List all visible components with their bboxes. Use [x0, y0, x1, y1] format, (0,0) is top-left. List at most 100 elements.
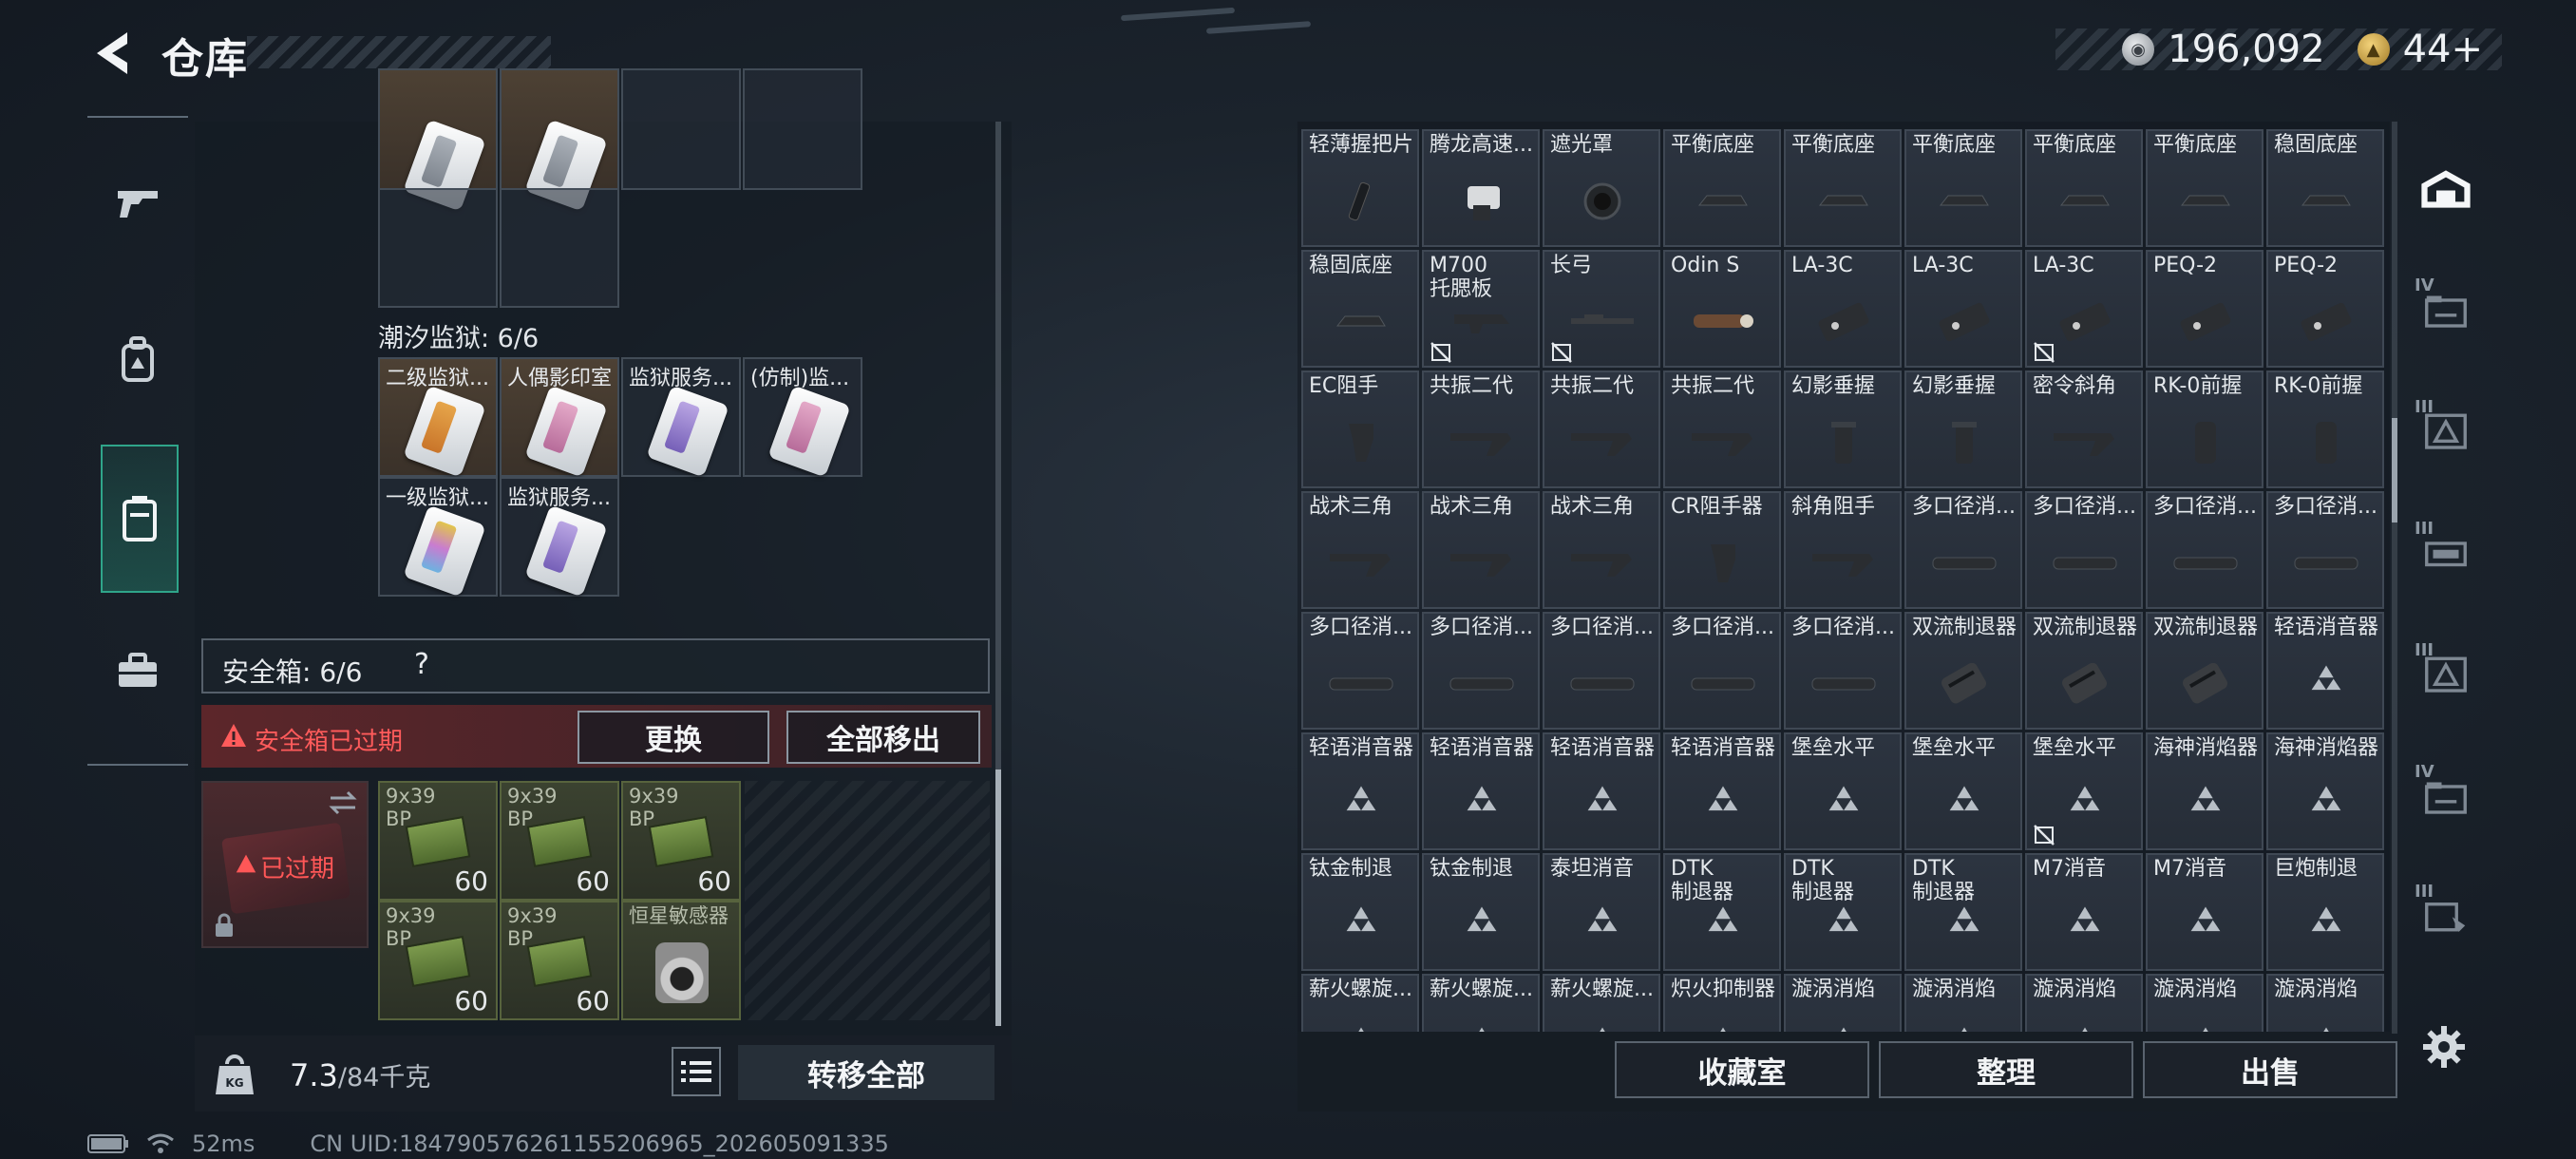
back-button[interactable]	[84, 25, 141, 82]
warehouse-item[interactable]: 轻语消音器	[1663, 732, 1781, 850]
rail-item-2[interactable]: III	[2413, 397, 2479, 464]
warehouse-item[interactable]: 共振二代	[1663, 370, 1781, 488]
warehouse-item[interactable]: 钛金制退	[1301, 853, 1419, 971]
warehouse-item[interactable]: 稳固底座	[2266, 129, 2384, 247]
organize-button[interactable]: 整理	[1879, 1041, 2133, 1098]
warehouse-item[interactable]: 轻语消音器	[1301, 732, 1419, 850]
warehouse-item[interactable]: 多口径消...	[2266, 491, 2384, 609]
rail-item-0[interactable]	[2413, 160, 2479, 226]
warehouse-item[interactable]: M7消音	[2025, 853, 2143, 971]
collection-room-button[interactable]: 收藏室	[1615, 1041, 1869, 1098]
warehouse-item[interactable]: LA-3C	[2025, 250, 2143, 368]
warehouse-item[interactable]: PEQ-2	[2146, 250, 2263, 368]
safe-item-slot[interactable]: 9x39 BP 60	[621, 781, 741, 901]
warehouse-item[interactable]: CR阻手器	[1663, 491, 1781, 609]
warehouse-item[interactable]: 多口径消...	[1543, 612, 1660, 730]
warehouse-item[interactable]: M700 托腮板	[1422, 250, 1540, 368]
warehouse-item[interactable]: 多口径消...	[1301, 612, 1419, 730]
warehouse-item[interactable]: 战术三角	[1543, 491, 1660, 609]
rail-item-backpack[interactable]	[97, 319, 179, 401]
warehouse-item[interactable]: 轻语消音器	[2266, 612, 2384, 730]
stash-scrollbar-thumb[interactable]	[995, 770, 1001, 1026]
warehouse-item[interactable]: 堡垒水平	[2025, 732, 2143, 850]
warehouse-item[interactable]: 幻影垂握	[1904, 370, 2022, 488]
warehouse-item[interactable]: 长弓	[1543, 250, 1660, 368]
warehouse-item[interactable]: 轻薄握把片	[1301, 129, 1419, 247]
warehouse-item[interactable]: 遮光罩	[1543, 129, 1660, 247]
warehouse-item[interactable]: M7消音	[2146, 853, 2263, 971]
warehouse-item[interactable]: 平衡底座	[1663, 129, 1781, 247]
rail-item-4[interactable]: III	[2413, 640, 2479, 707]
rail-item-6[interactable]: III	[2413, 882, 2479, 948]
warehouse-item[interactable]: 多口径消...	[1663, 612, 1781, 730]
rail-item-toolbox[interactable]	[97, 631, 179, 712]
warehouse-item[interactable]: 泰坦消音	[1543, 853, 1660, 971]
warehouse-item[interactable]: DTK 制退器	[1663, 853, 1781, 971]
warehouse-item[interactable]: 双流制退器	[1904, 612, 2022, 730]
move-all-out-button[interactable]: 全部移出	[786, 711, 980, 764]
warehouse-item[interactable]: 海神消焰器	[2146, 732, 2263, 850]
rail-item-5[interactable]: IV	[2413, 762, 2479, 828]
warehouse-item[interactable]: 漩涡消焰	[2146, 974, 2263, 1032]
safe-box-slot[interactable]: 已过期	[201, 781, 369, 948]
grid-cell[interactable]	[500, 68, 619, 212]
replace-button[interactable]: 更换	[578, 711, 769, 764]
settings-button[interactable]	[2417, 1020, 2471, 1074]
warehouse-item[interactable]: RK-0前握	[2266, 370, 2384, 488]
warehouse-item[interactable]: 斜角阻手	[1784, 491, 1902, 609]
sell-button[interactable]: 出售	[2143, 1041, 2397, 1098]
warehouse-item[interactable]: 共振二代	[1543, 370, 1660, 488]
warehouse-item[interactable]: 战术三角	[1301, 491, 1419, 609]
gold-balance[interactable]: 44+	[2403, 28, 2483, 71]
warehouse-item[interactable]: 平衡底座	[1904, 129, 2022, 247]
keycard-slot[interactable]: 监狱服务...	[500, 477, 619, 598]
safe-item-slot[interactable]: 恒星敏感器	[621, 901, 741, 1020]
warehouse-item[interactable]: RK-0前握	[2146, 370, 2263, 488]
warehouse-scrollbar-thumb[interactable]	[2392, 418, 2397, 522]
warehouse-item[interactable]: 多口径消...	[2146, 491, 2263, 609]
warehouse-item[interactable]: 共振二代	[1422, 370, 1540, 488]
transfer-all-button[interactable]: 转移全部	[738, 1045, 994, 1100]
warehouse-item[interactable]: 薪火螺旋...	[1301, 974, 1419, 1032]
keycard-slot[interactable]: 一级监狱...	[378, 477, 498, 598]
warehouse-item[interactable]: 多口径消...	[1784, 612, 1902, 730]
warehouse-item[interactable]: 密令斜角	[2025, 370, 2143, 488]
warehouse-item[interactable]: 海神消焰器	[2266, 732, 2384, 850]
warehouse-item[interactable]: 漩涡消焰	[1904, 974, 2022, 1032]
warehouse-item[interactable]: 战术三角	[1422, 491, 1540, 609]
safe-item-slot[interactable]: 9x39 BP 60	[378, 901, 498, 1020]
warehouse-item[interactable]: 多口径消...	[2025, 491, 2143, 609]
warehouse-item[interactable]: 腾龙高速...	[1422, 129, 1540, 247]
warehouse-item[interactable]: 多口径消...	[1904, 491, 2022, 609]
keycard-slot[interactable]: 监狱服务...	[621, 357, 741, 478]
warehouse-item[interactable]: 漩涡消焰	[2025, 974, 2143, 1032]
keycard-slot[interactable]: 人偶影印室	[500, 357, 619, 478]
grid-cell[interactable]	[378, 188, 498, 308]
safe-item-slot[interactable]: 9x39 BP 60	[378, 781, 498, 901]
warehouse-item[interactable]: 薪火螺旋...	[1422, 974, 1540, 1032]
warehouse-item[interactable]: 炽火抑制器	[1663, 974, 1781, 1032]
warehouse-item[interactable]: 巨炮制退	[2266, 853, 2384, 971]
grid-cell[interactable]	[621, 68, 741, 190]
safe-item-slot[interactable]: 9x39 BP 60	[500, 901, 619, 1020]
safe-item-slot[interactable]: 9x39 BP 60	[500, 781, 619, 901]
warehouse-item[interactable]: DTK 制退器	[1784, 853, 1902, 971]
grid-cell[interactable]	[500, 188, 619, 308]
grid-cell[interactable]	[378, 68, 498, 212]
warehouse-item[interactable]: Odin S	[1663, 250, 1781, 368]
keycard-slot[interactable]: (仿制)监...	[743, 357, 862, 478]
warehouse-item[interactable]: DTK 制退器	[1904, 853, 2022, 971]
warehouse-item[interactable]: 多口径消...	[1422, 612, 1540, 730]
warehouse-item[interactable]: 堡垒水平	[1784, 732, 1902, 850]
warehouse-item[interactable]: 堡垒水平	[1904, 732, 2022, 850]
warehouse-item[interactable]: 轻语消音器	[1543, 732, 1660, 850]
rail-item-1[interactable]: IV	[2413, 276, 2479, 342]
warehouse-item[interactable]: 平衡底座	[2146, 129, 2263, 247]
grid-cell[interactable]	[743, 68, 862, 190]
warehouse-item[interactable]: 轻语消音器	[1422, 732, 1540, 850]
warehouse-item[interactable]: 稳固底座	[1301, 250, 1419, 368]
warehouse-item[interactable]: LA-3C	[1784, 250, 1902, 368]
list-view-button[interactable]	[672, 1047, 721, 1096]
warehouse-item[interactable]: 双流制退器	[2146, 612, 2263, 730]
rail-item-weapons[interactable]	[97, 162, 179, 243]
